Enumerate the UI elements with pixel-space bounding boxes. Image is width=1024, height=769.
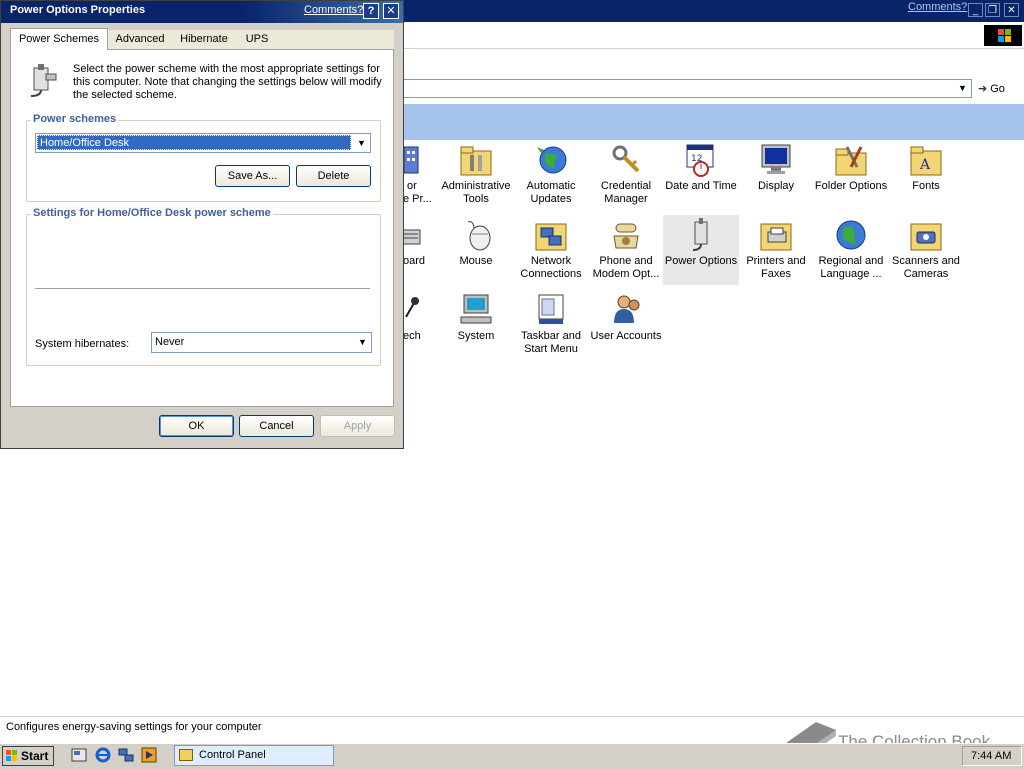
cancel-button[interactable]: Cancel (239, 415, 314, 437)
windows-flag-icon (6, 750, 18, 762)
address-dropdown-icon[interactable]: ▼ (954, 80, 971, 97)
users-icon (608, 293, 644, 327)
address-input[interactable] (402, 79, 972, 98)
printer-icon (758, 218, 794, 252)
tab-ups[interactable]: UPS (236, 29, 278, 49)
cp-icon-printers-and-faxes[interactable]: Printers and Faxes (738, 218, 814, 281)
go-button[interactable]: ➜ Go (978, 80, 1022, 98)
cp-icon-mouse[interactable]: Mouse (438, 218, 514, 268)
cp-icon-taskbar-and-start-menu[interactable]: Taskbar and Start Menu (513, 293, 589, 356)
folder-options-icon (833, 143, 869, 177)
minimize-button[interactable]: _ (968, 3, 983, 17)
network-connections-icon (533, 218, 569, 252)
scheme-settings-group-label: Settings for Home/Office Desk power sche… (31, 207, 273, 219)
intro-description: Select the power scheme with the most ap… (73, 63, 382, 101)
partial-label: e Pr... (403, 193, 432, 205)
power-schemes-group-label: Power schemes (31, 113, 119, 125)
power-options-icon (683, 218, 719, 252)
key-icon (608, 143, 644, 177)
cp-icon-administrative-tools[interactable]: Administrative Tools (438, 143, 514, 206)
administrative-tools-icon (458, 143, 494, 177)
cp-icon-phone-and-modem[interactable]: Phone and Modem Opt... (588, 218, 664, 281)
tab-power-schemes[interactable]: Power Schemes (10, 28, 108, 50)
partial-label: ech (403, 330, 421, 342)
control-panel-icon (179, 749, 193, 761)
tab-advanced[interactable]: Advanced (108, 29, 172, 49)
save-as-button[interactable]: Save As... (215, 165, 290, 187)
cp-icon-automatic-updates[interactable]: Automatic Updates (513, 143, 589, 206)
network-icon[interactable] (118, 747, 134, 763)
close-window-button[interactable]: ✕ (1004, 3, 1019, 17)
divider (35, 288, 370, 289)
tab-hibernate[interactable]: Hibernate (172, 29, 236, 49)
ok-button[interactable]: OK (159, 415, 234, 437)
restore-button[interactable]: ❐ (985, 3, 1000, 17)
globe-icon (833, 218, 869, 252)
cp-icon-user-accounts[interactable]: User Accounts (588, 293, 664, 343)
help-icon[interactable]: ? (363, 3, 379, 19)
cp-comments-link[interactable]: Comments? (908, 1, 967, 13)
chevron-down-icon[interactable]: ▼ (354, 334, 371, 351)
taskbar-icon (533, 293, 569, 327)
chevron-down-icon[interactable]: ▼ (353, 135, 370, 152)
cp-icon-power-options[interactable]: Power Options (663, 215, 739, 285)
phone-icon (608, 218, 644, 252)
hibernate-selected-value: Never (155, 336, 185, 348)
automatic-updates-icon (533, 143, 569, 177)
apply-button[interactable]: Apply (320, 415, 395, 437)
power-scheme-selected-value: Home/Office Desk (37, 135, 351, 150)
taskbar-item-control-panel[interactable]: Control Panel (174, 745, 334, 766)
cp-icon-date-and-time[interactable]: 12 Date and Time (663, 143, 739, 193)
cp-icon-fonts[interactable]: A Fonts (888, 143, 964, 193)
cp-icon-regional-and-language[interactable]: Regional and Language ... (813, 218, 889, 281)
hibernate-label: System hibernates: (35, 338, 130, 350)
cp-icon-scanners-and-cameras[interactable]: Scanners and Cameras (888, 218, 964, 281)
computer-icon (458, 293, 494, 327)
close-icon[interactable]: ✕ (383, 3, 399, 19)
scanner-camera-icon (908, 218, 944, 252)
mouse-icon (458, 218, 494, 252)
cp-icon-display[interactable]: Display (738, 143, 814, 193)
media-player-icon[interactable] (141, 747, 157, 763)
show-desktop-icon[interactable] (71, 747, 87, 763)
partial-label: oard (403, 255, 426, 267)
internet-explorer-icon[interactable] (95, 747, 111, 763)
go-arrow-icon: ➜ (978, 83, 988, 95)
svg-text:A: A (919, 157, 931, 173)
clock[interactable]: 7:44 AM (971, 750, 1011, 762)
windows-logo-icon (984, 25, 1022, 46)
dialog-comments-link[interactable]: Comments? (304, 4, 363, 16)
cp-icon-network-connections[interactable]: Network Connections (513, 218, 589, 281)
partial-label: or (407, 180, 417, 192)
cp-icon-folder-options[interactable]: Folder Options (813, 143, 889, 193)
calendar-clock-icon: 12 (683, 143, 719, 177)
status-text: Configures energy-saving settings for yo… (6, 721, 262, 733)
monitor-icon (758, 143, 794, 177)
power-plug-icon (24, 62, 60, 98)
partial-icon (402, 145, 422, 179)
cp-icon-system[interactable]: System (438, 293, 514, 343)
fonts-folder-icon: A (908, 143, 944, 177)
content-header-band (402, 104, 1024, 140)
dialog-title: Power Options Properties (10, 4, 146, 16)
cp-icon-credential-manager[interactable]: Credential Manager (588, 143, 664, 206)
delete-button[interactable]: Delete (296, 165, 371, 187)
